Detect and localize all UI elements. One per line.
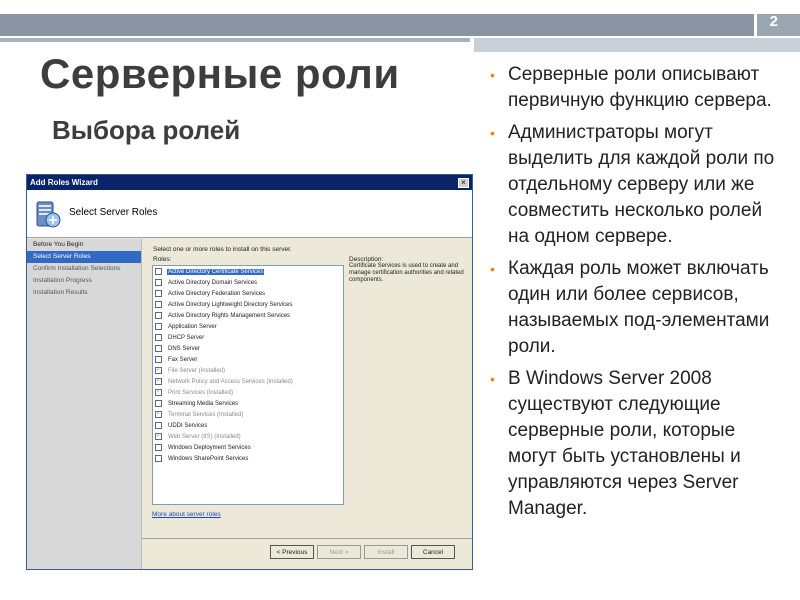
role-row[interactable]: Streaming Media Services (153, 398, 343, 409)
checkbox-icon[interactable] (155, 323, 162, 330)
bullet-list: Серверные роли описывают первичную функц… (488, 62, 788, 528)
checkbox-checked-icon[interactable]: ✓ (155, 378, 162, 385)
slide-header-band: 2 (0, 0, 800, 36)
role-row[interactable]: Application Server (153, 321, 343, 332)
checkbox-checked-icon[interactable]: ✓ (155, 389, 162, 396)
instruction-text: Select one or more roles to install on t… (153, 246, 292, 253)
description-label: Description: (349, 256, 384, 263)
checkbox-icon[interactable] (155, 290, 162, 297)
header-bar-right (757, 14, 800, 36)
checkbox-icon[interactable] (155, 345, 162, 352)
role-label: Network Policy and Access Services (Inst… (168, 378, 293, 385)
checkbox-icon[interactable] (155, 268, 162, 275)
role-label: Streaming Media Services (168, 400, 239, 407)
role-row[interactable]: ✓ Network Policy and Access Services (Ins… (153, 376, 343, 387)
description-text: Certificate Services is used to create a… (349, 263, 464, 283)
role-label: File Server (Installed) (168, 367, 226, 374)
more-about-roles-link[interactable]: More about server roles (152, 511, 221, 518)
checkbox-icon[interactable] (155, 422, 162, 429)
role-label: Active Directory Rights Management Servi… (168, 312, 291, 319)
checkbox-checked-icon[interactable]: ✓ (155, 411, 162, 418)
role-label: Print Services (Installed) (168, 389, 234, 396)
header-bar-left (0, 14, 754, 36)
wizard-nav: Before You Begin Select Server Roles Confi… (27, 239, 142, 569)
bullet-item: Администраторы могут выделить для каждой… (488, 120, 788, 250)
role-label: Terminal Services (Installed) (168, 411, 244, 418)
header-line-right (474, 38, 800, 52)
role-label: Application Server (168, 323, 217, 330)
role-label: DNS Server (168, 345, 201, 352)
role-row[interactable]: Active Directory Federation Services (153, 288, 343, 299)
wizard-header-title: Select Server Roles (69, 207, 158, 218)
page-number: 2 (769, 13, 778, 30)
role-row[interactable]: Active Directory Lightweight Directory S… (153, 299, 343, 310)
header-line-left (0, 38, 470, 42)
role-row[interactable]: ✓ File Server (Installed) (153, 365, 343, 376)
wizard-nav-item[interactable]: Confirm Installation Selections (27, 263, 141, 275)
role-label: Fax Server (168, 356, 198, 363)
role-row[interactable]: Fax Server (153, 354, 343, 365)
checkbox-icon[interactable] (155, 301, 162, 308)
wizard-nav-item[interactable]: Before You Begin (27, 239, 141, 251)
checkbox-icon[interactable] (155, 356, 162, 363)
role-label: Windows Deployment Services (168, 444, 251, 451)
role-label: DHCP Server (168, 334, 205, 341)
role-row[interactable]: DNS Server (153, 343, 343, 354)
bullet-item: Каждая роль может включать один или боле… (488, 256, 788, 360)
install-button[interactable]: Install (364, 545, 408, 559)
role-row[interactable]: Active Directory Certificate Services (153, 266, 343, 277)
slide-title: Серверные роли (40, 50, 400, 97)
close-icon[interactable]: × (458, 177, 469, 188)
role-row[interactable]: ✓ Print Services (Installed) (153, 387, 343, 398)
role-row[interactable]: DHCP Server (153, 332, 343, 343)
previous-button[interactable]: < Previous (270, 545, 314, 559)
bullet-item: Серверные роли описывают первичную функц… (488, 62, 788, 114)
cancel-button[interactable]: Cancel (411, 545, 455, 559)
checkbox-icon[interactable] (155, 279, 162, 286)
role-label: Windows SharePoint Services (168, 455, 249, 462)
checkbox-icon[interactable] (155, 400, 162, 407)
slide-subtitle: Выбора ролей (52, 115, 241, 145)
checkbox-icon[interactable] (155, 312, 162, 319)
checkbox-checked-icon[interactable]: ✓ (155, 367, 162, 374)
next-button[interactable]: Next > (317, 545, 361, 559)
button-separator (142, 538, 472, 539)
role-row[interactable]: Active Directory Rights Management Servi… (153, 310, 343, 321)
wizard-nav-item[interactable]: Installation Results (27, 287, 141, 299)
checkbox-icon[interactable] (155, 334, 162, 341)
role-row[interactable]: Active Directory Domain Services (153, 277, 343, 288)
role-label: Active Directory Certificate Services (167, 268, 265, 275)
checkbox-icon[interactable] (155, 455, 162, 462)
wizard-title: Add Roles Wizard (30, 178, 98, 187)
role-row[interactable]: Windows SharePoint Services (153, 453, 343, 464)
wizard-nav-item[interactable]: Select Server Roles (27, 251, 141, 263)
wizard-nav-item[interactable]: Installation Progress (27, 275, 141, 287)
role-label: Active Directory Domain Services (168, 279, 258, 286)
wizard-header: Select Server Roles (27, 190, 472, 238)
role-row[interactable]: ✓ Terminal Services (Installed) (153, 409, 343, 420)
bullet-item: В Windows Server 2008 существуют следующ… (488, 366, 788, 522)
role-label: Active Directory Lightweight Directory S… (168, 301, 293, 308)
checkbox-checked-icon[interactable]: ✓ (155, 433, 162, 440)
wizard-titlebar: Add Roles Wizard × (27, 175, 472, 190)
server-roles-icon (36, 201, 61, 228)
role-label: Active Directory Federation Services (168, 290, 266, 297)
role-label: Web Server (IIS) (Installed) (168, 433, 241, 440)
checkbox-icon[interactable] (155, 444, 162, 451)
role-row[interactable]: ✓ Web Server (IIS) (Installed) (153, 431, 343, 442)
roles-list: Active Directory Certificate Services Act… (152, 265, 344, 505)
role-label: UDDI Services (168, 422, 208, 429)
add-roles-wizard-screenshot: Add Roles Wizard × Select Server Roles B… (26, 174, 473, 570)
wizard-main: Select one or more roles to install on t… (147, 239, 472, 569)
role-row[interactable]: Windows Deployment Services (153, 442, 343, 453)
roles-label: Roles: (153, 256, 172, 263)
role-row[interactable]: UDDI Services (153, 420, 343, 431)
